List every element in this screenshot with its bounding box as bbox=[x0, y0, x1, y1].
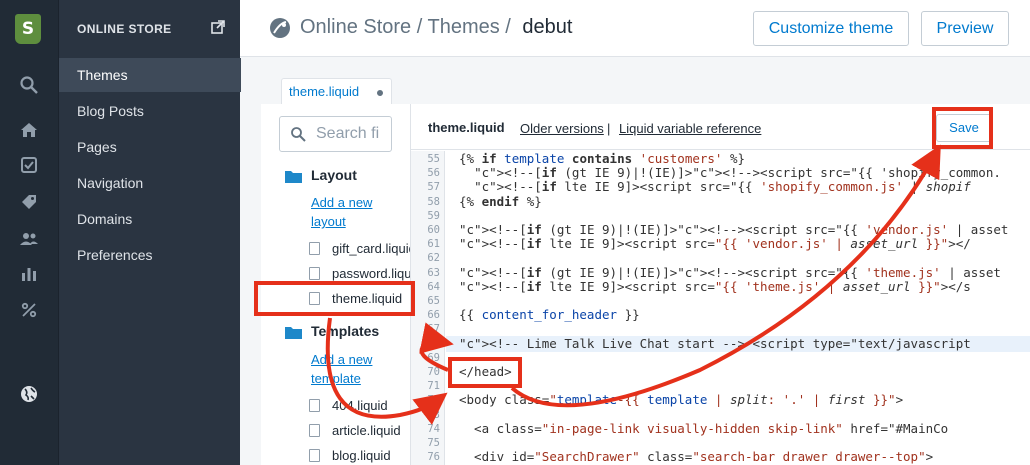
file-icon bbox=[309, 399, 320, 412]
nav-item-navigation[interactable]: Navigation bbox=[59, 166, 241, 200]
unsaved-dot-icon bbox=[377, 90, 383, 96]
add-layout-link[interactable]: Add a new layout bbox=[311, 193, 391, 231]
online-store-nav: ONLINE STORE Themes Blog Posts Pages Nav… bbox=[58, 0, 241, 465]
file-search-input[interactable]: Search fi bbox=[279, 116, 392, 152]
line-number: 70 bbox=[427, 366, 440, 378]
line-number: 61 bbox=[427, 238, 440, 251]
page-header: Online Store / Themes / debut Customize … bbox=[240, 0, 1030, 57]
add-template-link[interactable]: Add a new template bbox=[311, 350, 391, 388]
app-icon-rail: S bbox=[0, 0, 58, 465]
line-number: 72 bbox=[427, 394, 440, 407]
annotation-box-head bbox=[448, 357, 522, 388]
globe-icon[interactable] bbox=[19, 384, 39, 404]
home-icon[interactable] bbox=[19, 120, 39, 140]
code-line[interactable]: {% if template contains 'customers' %} bbox=[459, 151, 745, 166]
file-icon bbox=[309, 449, 320, 462]
code-line[interactable]: <a class="in-page-link visually-hidden s… bbox=[459, 421, 948, 436]
code-line[interactable]: <body class="template-{{ template | spli… bbox=[459, 392, 903, 407]
line-number: 62 bbox=[427, 252, 440, 265]
customers-icon[interactable] bbox=[19, 228, 39, 248]
line-number: 58 bbox=[427, 195, 440, 208]
line-number: 71 bbox=[427, 380, 440, 393]
file-icon bbox=[309, 242, 320, 255]
editor-filename: theme.liquid bbox=[428, 120, 505, 135]
line-number: 55 bbox=[427, 153, 440, 165]
code-line[interactable]: "c"><!--[if lte IE 9]><script src="{{ 's… bbox=[459, 179, 971, 194]
code-line[interactable]: {% endif %} bbox=[459, 194, 542, 209]
code-line[interactable]: {{ content_for_header }} bbox=[459, 307, 640, 322]
open-file-tab[interactable]: theme.liquid bbox=[281, 78, 392, 105]
search-icon bbox=[291, 127, 306, 142]
line-number: 68 bbox=[427, 337, 440, 350]
external-link-icon[interactable] bbox=[211, 20, 225, 34]
code-line[interactable]: "c"><!--[if (gt IE 9)|!(IE)]>"c"><!--><s… bbox=[459, 265, 1001, 280]
code-line[interactable]: "c"><!--[if lte IE 9]><script src="{{ 'v… bbox=[459, 236, 971, 251]
line-number: 69 bbox=[427, 351, 440, 364]
annotation-box-save bbox=[932, 107, 993, 149]
preview-button[interactable]: Preview bbox=[921, 11, 1009, 46]
customize-theme-button[interactable]: Customize theme bbox=[753, 11, 909, 46]
file-item[interactable]: password.liquid bbox=[309, 266, 410, 281]
code-line[interactable]: "c"><!--[if (gt IE 9)|!(IE)]>"c"><!--><s… bbox=[459, 222, 1008, 237]
line-number: 76 bbox=[427, 451, 440, 464]
tag-icon[interactable] bbox=[19, 192, 39, 212]
line-number: 75 bbox=[427, 437, 440, 449]
tab-label: theme.liquid bbox=[289, 84, 360, 99]
line-number: 66 bbox=[427, 309, 440, 322]
file-icon bbox=[309, 424, 320, 437]
file-item[interactable]: article.liquid bbox=[309, 423, 401, 438]
file-icon bbox=[309, 267, 320, 280]
code-editor-panel: theme.liquid Older versions | Liquid var… bbox=[411, 104, 1030, 465]
older-versions-link[interactable]: Older versions bbox=[520, 121, 604, 136]
discounts-icon[interactable] bbox=[19, 300, 39, 320]
file-item[interactable]: blog.liquid bbox=[309, 448, 391, 463]
line-number: 73 bbox=[427, 408, 440, 421]
code-line[interactable]: <div id="SearchDrawer" class="search-bar… bbox=[459, 449, 933, 464]
theme-icon bbox=[270, 18, 290, 38]
line-number: 65 bbox=[427, 295, 440, 307]
folder-icon bbox=[285, 171, 302, 183]
nav-item-domains[interactable]: Domains bbox=[59, 202, 241, 236]
shopify-logo[interactable]: S bbox=[15, 14, 41, 44]
breadcrumb: Online Store / Themes / debut bbox=[300, 16, 572, 39]
search-icon[interactable] bbox=[19, 75, 39, 95]
folder-layout[interactable]: Layout bbox=[311, 167, 357, 183]
nav-item-preferences[interactable]: Preferences bbox=[59, 238, 241, 272]
orders-icon[interactable] bbox=[19, 155, 39, 175]
nav-item-themes[interactable]: Themes bbox=[59, 58, 241, 92]
line-number: 74 bbox=[427, 422, 440, 435]
line-number: 57 bbox=[427, 181, 440, 194]
link-separator: | bbox=[607, 121, 611, 136]
file-item[interactable]: gift_card.liquid bbox=[309, 241, 410, 256]
page-title: debut bbox=[522, 16, 573, 38]
nav-item-blog-posts[interactable]: Blog Posts bbox=[59, 94, 241, 128]
analytics-icon[interactable] bbox=[19, 264, 39, 284]
line-number: 64 bbox=[427, 280, 440, 293]
logo-glyph: S bbox=[21, 19, 35, 39]
liquid-reference-link[interactable]: Liquid variable reference bbox=[619, 121, 761, 136]
line-number: 67 bbox=[427, 323, 440, 336]
line-number: 60 bbox=[427, 224, 440, 236]
line-number-gutter: 55 56 57 58 59 60 61 62 63 64 65 66 67 68 69 70 71 72 73 74… bbox=[411, 151, 445, 465]
line-number: 56 bbox=[427, 167, 440, 180]
search-placeholder: Search fi bbox=[316, 125, 380, 142]
annotation-box-theme-liquid bbox=[254, 281, 415, 316]
folder-templates[interactable]: Templates bbox=[311, 323, 379, 339]
code-line[interactable]: "c"><!-- Lime Talk Live Chat start --> <… bbox=[459, 336, 971, 351]
line-number: 59 bbox=[427, 209, 440, 222]
folder-icon bbox=[285, 327, 302, 339]
nav-section-title: ONLINE STORE bbox=[77, 22, 172, 36]
breadcrumb-path[interactable]: Online Store / Themes / bbox=[300, 16, 511, 38]
nav-item-pages[interactable]: Pages bbox=[59, 130, 241, 164]
code-line[interactable]: "c"><!--[if lte IE 9]><script src="{{ 't… bbox=[459, 279, 971, 294]
code-line[interactable]: "c"><!--[if (gt IE 9)|!(IE)]>"c"><!--><s… bbox=[459, 165, 1001, 180]
file-item[interactable]: 404.liquid bbox=[309, 398, 388, 413]
line-number: 63 bbox=[427, 266, 440, 279]
